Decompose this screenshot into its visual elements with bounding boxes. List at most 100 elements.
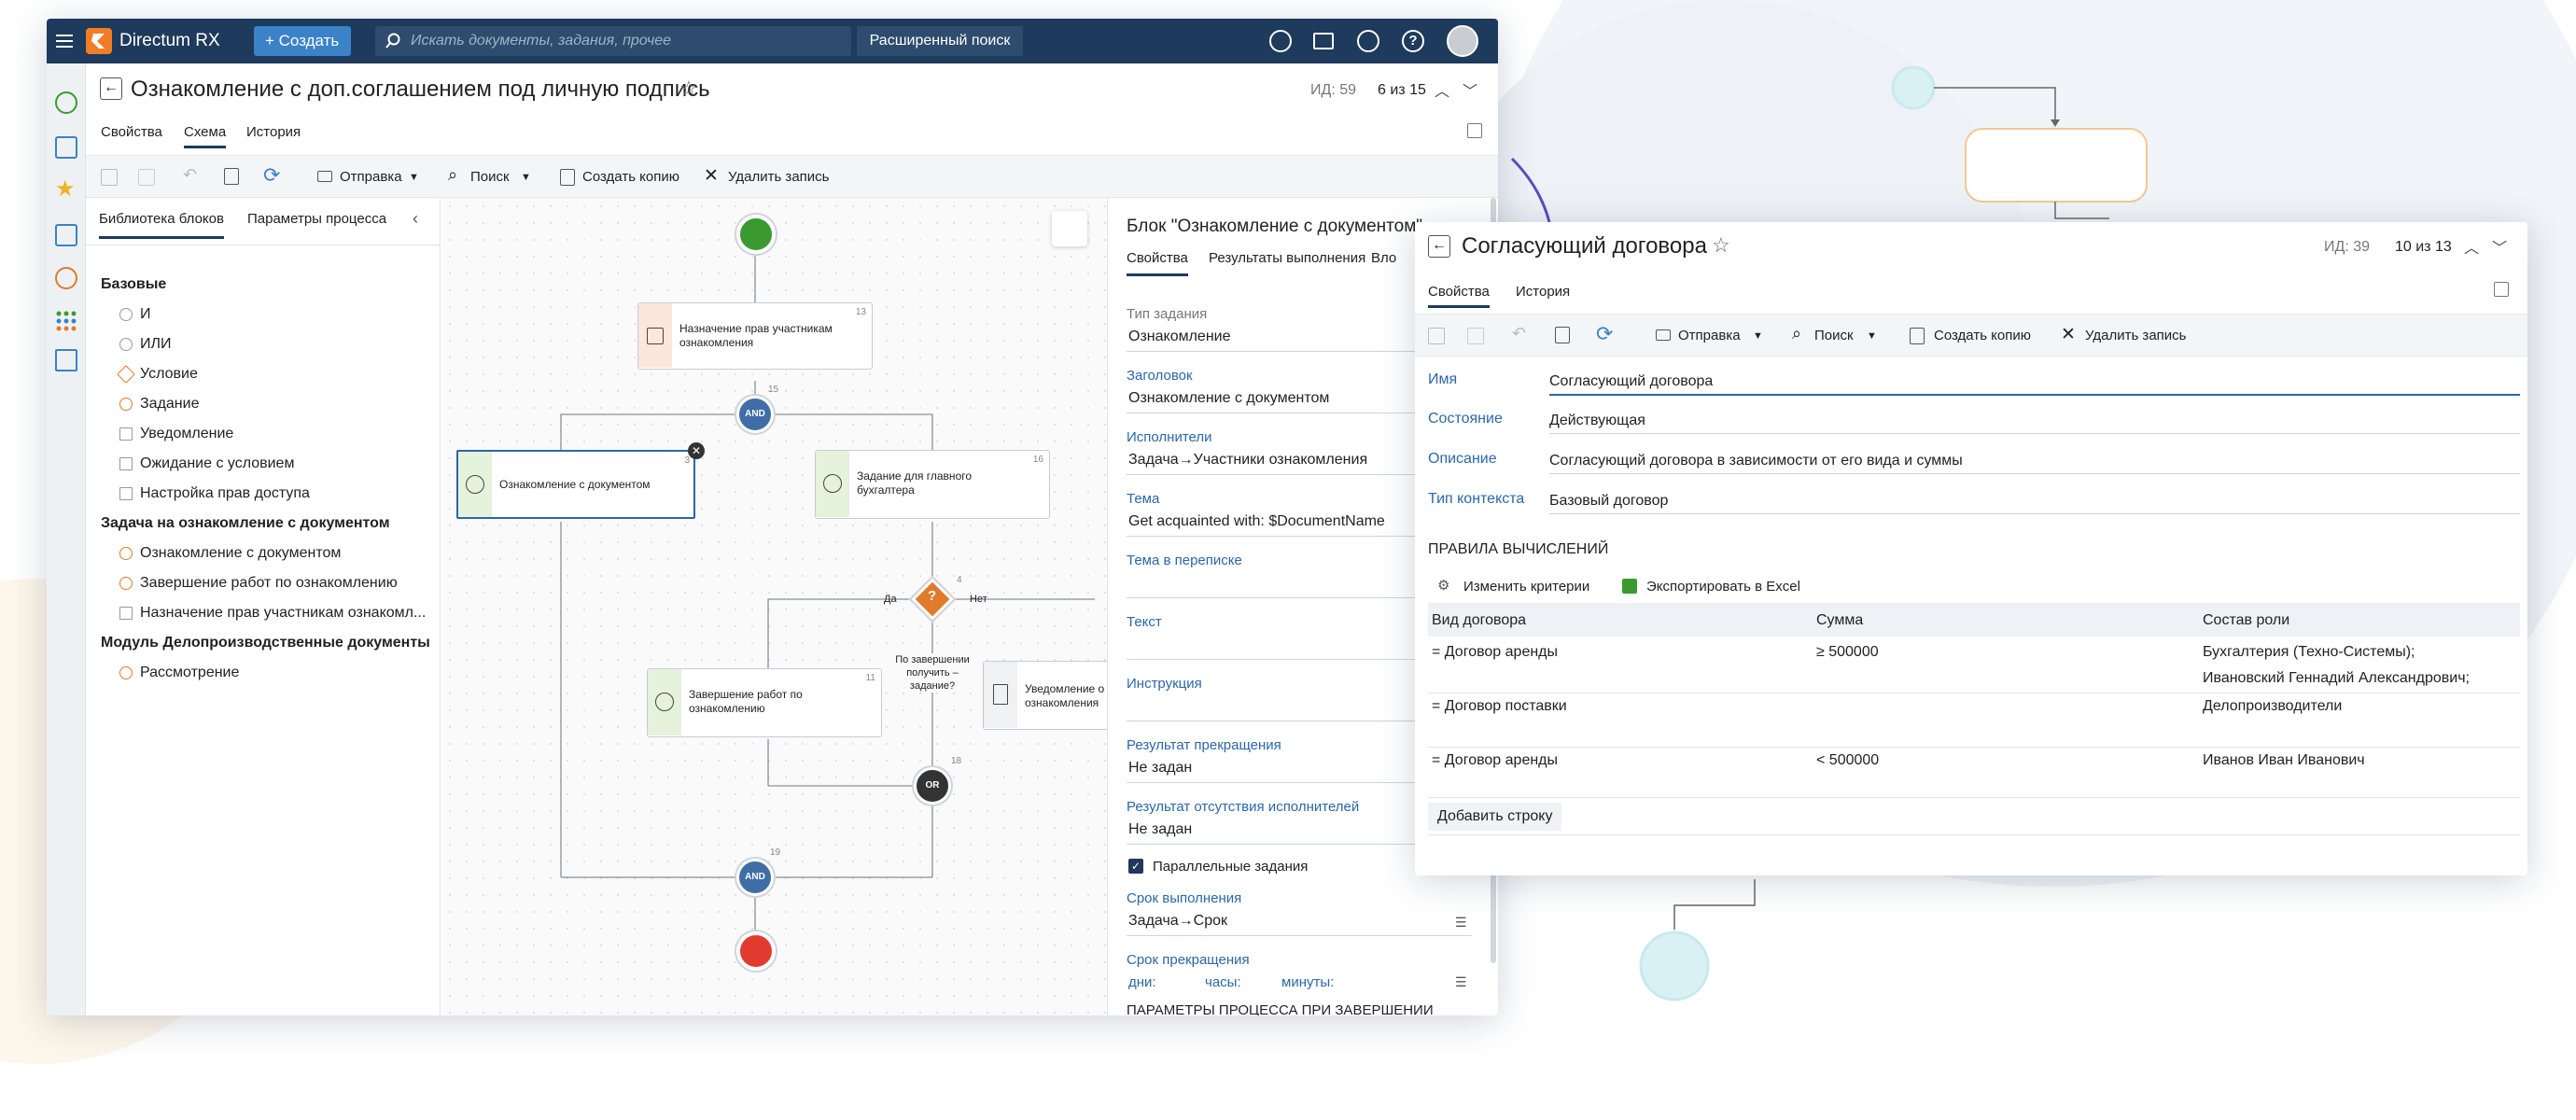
or-gateway[interactable]: OR <box>914 767 951 805</box>
column-header[interactable]: Состав роли <box>2203 612 2289 629</box>
save-icon[interactable] <box>1428 328 1445 344</box>
mail-icon[interactable] <box>1313 33 1334 49</box>
tab-scheme[interactable]: Схема <box>184 124 227 148</box>
avatar[interactable] <box>1447 25 1478 57</box>
tab-attachments[interactable]: Вло <box>1371 250 1396 266</box>
diagram-settings-icon[interactable] <box>1052 211 1087 246</box>
field-value[interactable]: Задача→Участники ознакомления <box>1128 452 1367 469</box>
search-button[interactable]: Поиск <box>1814 328 1854 343</box>
node-acquaint-document[interactable]: Ознакомление с документом 3 <box>456 450 695 519</box>
add-row-button[interactable]: Добавить строку <box>1428 803 1562 831</box>
field-value[interactable]: Get acquainted with: $DocumentName <box>1128 513 1385 530</box>
delete-button[interactable]: Удалить запись <box>2085 328 2186 343</box>
list-item[interactable]: Ожидание с условием <box>140 455 294 472</box>
list-item[interactable]: ИЛИ <box>140 336 172 353</box>
list-item[interactable]: И <box>140 306 151 323</box>
open-new-window-icon[interactable] <box>2494 282 2509 297</box>
menu-icon[interactable] <box>56 32 75 50</box>
list-item[interactable]: Условие <box>140 366 198 383</box>
tab-history[interactable]: История <box>246 124 301 140</box>
back-button[interactable]: ← <box>100 77 122 100</box>
process-diagram-canvas[interactable]: Назначение прав участникам ознакомления … <box>441 198 1113 1015</box>
create-button[interactable]: + Создать <box>254 26 351 56</box>
advanced-search-button[interactable]: Расширенный поиск <box>857 26 1023 56</box>
star-icon[interactable]: ★ <box>55 178 77 202</box>
list-item[interactable]: Уведомление <box>140 426 233 442</box>
documents-icon[interactable] <box>55 224 77 246</box>
undo-icon[interactable]: ↶ <box>1512 324 1526 343</box>
remove-node-icon[interactable]: ✕ <box>688 442 705 459</box>
name-field[interactable]: Согласующий договора <box>1549 373 1713 390</box>
node-notification[interactable]: Уведомление о ознакомления <box>983 661 1113 730</box>
node-chief-accountant[interactable]: Задание для главного бухгалтера 16 <box>815 450 1050 519</box>
save-all-icon[interactable] <box>1467 328 1484 344</box>
chevron-up-icon[interactable]: ︿ <box>2464 235 2479 258</box>
chevron-up-icon[interactable]: ︿ <box>1435 78 1449 101</box>
collapse-panel-icon[interactable]: ‹ <box>413 209 418 229</box>
news-icon[interactable] <box>1357 30 1379 52</box>
context-type-field[interactable]: Базовый договор <box>1549 493 1668 510</box>
tab-history[interactable]: История <box>1516 284 1570 300</box>
list-item[interactable]: Рассмотрение <box>140 665 239 681</box>
and-gateway[interactable]: AND <box>736 859 774 896</box>
tab-properties[interactable]: Свойства <box>1428 284 1490 308</box>
copy-icon[interactable] <box>224 168 239 185</box>
delete-button[interactable]: Удалить запись <box>728 169 829 185</box>
app-title[interactable]: Directum RX <box>119 31 220 51</box>
status-field[interactable]: Действующая <box>1549 413 1645 429</box>
copy-icon[interactable] <box>1555 327 1570 343</box>
tab-block-library[interactable]: Библиотека блоков <box>99 211 224 239</box>
clock-icon[interactable] <box>55 91 77 114</box>
column-header[interactable]: Сумма <box>1816 612 1863 629</box>
description-field[interactable]: Согласующий договора в зависимости от ег… <box>1549 453 1963 469</box>
list-item[interactable]: Задание <box>140 396 199 413</box>
send-button[interactable]: Отправка <box>1678 328 1741 343</box>
support-icon[interactable] <box>1269 30 1292 52</box>
list-item[interactable]: Настройка прав доступа <box>140 485 310 502</box>
help-icon[interactable]: ? <box>1402 30 1424 52</box>
edit-expression-icon[interactable]: ☰ <box>1455 915 1467 931</box>
change-criteria-button[interactable]: Изменить критерии <box>1463 579 1589 595</box>
refresh-icon[interactable]: ⟳ <box>1596 322 1613 346</box>
list-item[interactable]: Завершение работ по ознакомлению <box>140 575 398 592</box>
parallel-checkbox[interactable]: ✓ <box>1128 859 1143 874</box>
chevron-down-icon[interactable]: ﹀ <box>1463 78 1477 101</box>
tasks-icon[interactable] <box>55 136 77 159</box>
node-finish-acquaint[interactable]: Завершение работ по ознакомлению 11 <box>647 668 882 737</box>
column-header[interactable]: Вид договора <box>1432 612 1526 629</box>
send-chevron-icon[interactable]: ▼ <box>1753 330 1763 342</box>
end-event[interactable] <box>736 931 776 971</box>
undo-icon[interactable]: ↶ <box>183 165 197 185</box>
field-value[interactable]: Ознакомление с документом <box>1128 390 1329 407</box>
tab-properties[interactable]: Свойства <box>101 124 162 140</box>
save-icon[interactable] <box>101 169 118 186</box>
list-item[interactable]: Назначение прав участникам ознакомл... <box>140 605 426 622</box>
search-button[interactable]: Поиск <box>470 169 510 185</box>
export-excel-button[interactable]: Экспортировать в Excel <box>1646 579 1800 595</box>
open-new-window-icon[interactable] <box>1467 123 1482 138</box>
refresh-icon[interactable]: ⟳ <box>263 163 280 188</box>
field-value[interactable]: Не задан <box>1128 821 1192 838</box>
chevron-down-icon[interactable]: ﹀ <box>2492 235 2507 258</box>
modules-icon[interactable] <box>55 310 77 332</box>
search-chevron-icon[interactable]: ▼ <box>1867 330 1877 342</box>
and-gateway[interactable]: AND <box>736 396 774 433</box>
send-chevron-icon[interactable]: ▼ <box>409 172 419 183</box>
favorite-star-icon[interactable]: ☆ <box>679 77 698 101</box>
tab-block-properties[interactable]: Свойства <box>1127 250 1188 276</box>
create-copy-button[interactable]: Создать копию <box>1934 328 2031 343</box>
search-input[interactable]: Искать документы, задания, прочее <box>375 26 851 56</box>
back-button[interactable]: ← <box>1428 235 1450 258</box>
edit-expression-icon[interactable]: ☰ <box>1455 974 1467 990</box>
favorite-star-icon[interactable]: ☆ <box>1712 233 1730 258</box>
search-chevron-icon[interactable]: ▼ <box>521 172 531 183</box>
start-event[interactable] <box>736 215 776 254</box>
history-icon[interactable] <box>55 267 77 289</box>
send-button[interactable]: Отправка <box>340 169 402 185</box>
folder-icon[interactable] <box>55 349 77 371</box>
create-copy-button[interactable]: Создать копию <box>582 169 679 185</box>
tab-process-params[interactable]: Параметры процесса <box>247 211 386 227</box>
field-value[interactable]: Задача→Срок <box>1128 913 1227 930</box>
save-all-icon[interactable] <box>138 169 155 186</box>
field-value[interactable]: Не задан <box>1128 760 1192 777</box>
